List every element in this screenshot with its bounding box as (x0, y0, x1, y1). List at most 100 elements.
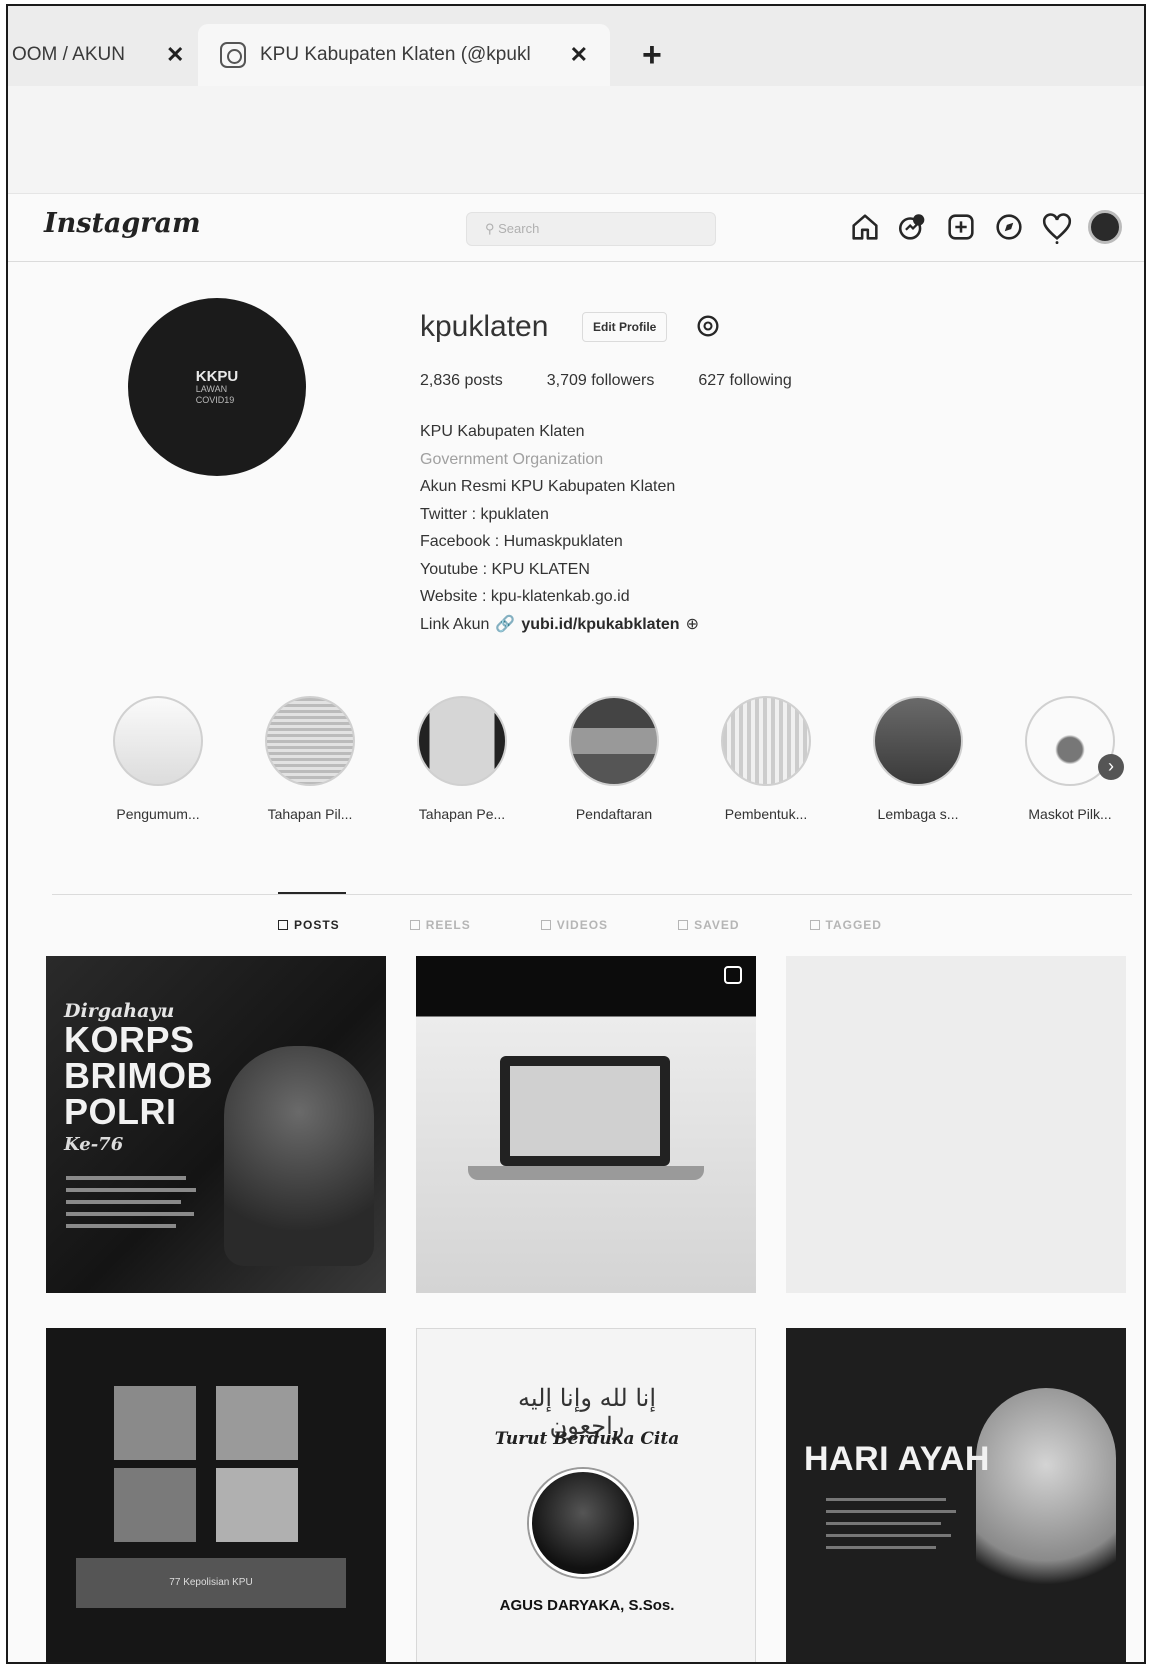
post-name: AGUS DARYAKA, S.Sos. (499, 1597, 675, 1614)
avatar-logo: KKPU LAWAN COVID19 (196, 369, 239, 406)
globe-icon: ⊕ (685, 615, 699, 633)
browser-tab-kpu-klaten[interactable]: KPU Kabupaten Klaten (@kpukl ✕ (198, 24, 610, 86)
reels-icon (409, 920, 420, 930)
video-call-face (216, 1468, 298, 1542)
post-script-text: Turut Berduka Cita (494, 1429, 680, 1449)
browser-toolbar (8, 86, 1144, 194)
post-thumbnail[interactable]: إنا لله وإنا إليه راجعون Turut Berduka C… (416, 1328, 756, 1662)
post-headline: KORPS BRIMOB POLRI (64, 1022, 213, 1130)
tab-reels[interactable]: REELS (409, 918, 471, 932)
soldier-image (224, 1046, 374, 1266)
tab-label: SAVED (694, 918, 740, 932)
portrait-image (529, 1469, 637, 1577)
tag-icon (809, 920, 820, 930)
video-call-face (114, 1468, 196, 1542)
nav-icons (848, 210, 1122, 244)
bio-line: Facebook : Humaskpuklaten (420, 533, 623, 550)
tab-label: POSTS (294, 918, 340, 932)
section-divider (52, 894, 1132, 895)
highlight-cover (873, 696, 963, 786)
post-text: Ke-76 (64, 1134, 124, 1155)
post-thumbnail[interactable]: 77 Kepolisian KPU (46, 1328, 386, 1662)
tab-saved[interactable]: SAVED (678, 918, 739, 932)
headline-line: BRIMOB (64, 1055, 213, 1096)
highlight-cover (721, 696, 811, 786)
close-tab-icon[interactable]: ✕ (166, 42, 184, 68)
search-placeholder: Search (498, 221, 540, 236)
browser-window: OOM / AKUN ✕ KPU Kabupaten Klaten (@kpuk… (6, 4, 1146, 1664)
search-input[interactable]: ⚲ Search (466, 212, 716, 246)
video-call-face (114, 1386, 196, 1460)
following-count[interactable]: 627 following (698, 372, 791, 390)
laptop-base (468, 1166, 704, 1180)
instagram-logo[interactable]: Instagram (44, 208, 201, 239)
post-thumbnail[interactable]: HARI AYAH (786, 1328, 1126, 1662)
browser-tab-akun[interactable]: OOM / AKUN ✕ (8, 24, 198, 86)
tab-label: OOM / AKUN (12, 44, 125, 65)
highlight-item[interactable]: Pengumum... (88, 696, 228, 822)
highlight-label: Pendaftaran (575, 806, 653, 822)
profile-bio: KPU Kabupaten Klaten Government Organiza… (420, 418, 699, 638)
tab-label: VIDEOS (556, 918, 609, 932)
bio-line: Akun Resmi KPU Kabupaten Klaten (420, 478, 676, 495)
followers-count[interactable]: 3,709 followers (547, 372, 655, 390)
highlight-label: Tahapan Pil... (267, 806, 353, 822)
headline-line: KORPS (64, 1019, 195, 1060)
new-tab-button[interactable]: + (642, 36, 662, 75)
post-thumbnail[interactable] (416, 956, 756, 1293)
video-call-face (216, 1386, 298, 1460)
edit-profile-button[interactable]: Edit Profile (582, 312, 668, 342)
profile-username: kpuklaten (420, 310, 549, 343)
story-highlights: Pengumum... Tahapan Pil... Tahapan Pe...… (88, 696, 1128, 836)
browser-tab-strip: OOM / AKUN ✕ KPU Kabupaten Klaten (@kpuk… (8, 6, 1144, 86)
post-headline: HARI AYAH (804, 1440, 990, 1478)
bio-line: Website : kpu-klatenkab.go.id (420, 588, 630, 605)
tab-videos[interactable]: VIDEOS (540, 918, 609, 932)
highlight-item[interactable]: Tahapan Pil... (240, 696, 380, 822)
avatar-text-line: COVID19 (195, 394, 235, 405)
chevron-right-icon[interactable]: › (1098, 754, 1124, 780)
highlight-item[interactable]: Tahapan Pe... (392, 696, 532, 822)
posts-count: 2,836 posts (420, 372, 503, 389)
tab-tagged[interactable]: TAGGED (809, 918, 882, 932)
profile-avatar-icon[interactable] (1088, 210, 1122, 244)
avatar-text-line: KKPU (195, 367, 239, 385)
highlight-label: Maskot Pilk... (1028, 806, 1112, 822)
bookmark-icon (678, 920, 689, 930)
highlight-item[interactable]: Pendaftaran (544, 696, 684, 822)
bio-name: KPU Kabupaten Klaten (420, 423, 585, 440)
bio-link-prefix: Link Akun (420, 615, 490, 633)
profile-tabs: POSTS REELS VIDEOS SAVED TAGGED (278, 918, 952, 932)
highlight-item[interactable]: Lembaga s... (848, 696, 988, 822)
highlight-label: Pembentuk... (724, 806, 808, 822)
messenger-icon[interactable] (896, 210, 930, 244)
highlight-cover (265, 696, 355, 786)
close-tab-icon[interactable]: ✕ (570, 42, 588, 68)
search-icon: ⚲ (485, 221, 499, 236)
bio-link-row: Link Akun 🔗 yubi.id/kpukabklaten ⊕ (420, 611, 699, 639)
highlight-cover (113, 696, 203, 786)
bio-link[interactable]: yubi.id/kpukabklaten (521, 611, 679, 639)
highlight-label: Lembaga s... (877, 806, 959, 822)
explore-icon[interactable] (992, 210, 1026, 244)
instagram-favicon-icon (220, 42, 246, 68)
tab-label: TAGGED (825, 918, 882, 932)
home-icon[interactable] (848, 210, 882, 244)
new-post-icon[interactable] (944, 210, 978, 244)
bio-category: Government Organization (420, 450, 604, 468)
activity-heart-icon[interactable] (1040, 210, 1074, 244)
video-icon (540, 920, 551, 930)
post-thumbnail[interactable] (786, 956, 1126, 1293)
post-thumbnail[interactable]: Dirgahayu KORPS BRIMOB POLRI Ke-76 (46, 956, 386, 1293)
avatar-text-line: LAWAN (195, 383, 228, 394)
settings-gear-icon[interactable] (694, 312, 722, 340)
highlight-cover (417, 696, 507, 786)
highlight-label: Tahapan Pe... (418, 806, 506, 822)
family-illustration (976, 1388, 1116, 1608)
headline-line: POLRI (64, 1091, 177, 1132)
profile-stats: 2,836 posts 3,709 followers 627 followin… (420, 372, 836, 390)
profile-picture[interactable]: KKPU LAWAN COVID19 (128, 298, 306, 476)
tab-posts[interactable]: POSTS (278, 918, 340, 932)
tab-label: REELS (425, 918, 471, 932)
highlight-item[interactable]: Pembentuk... (696, 696, 836, 822)
